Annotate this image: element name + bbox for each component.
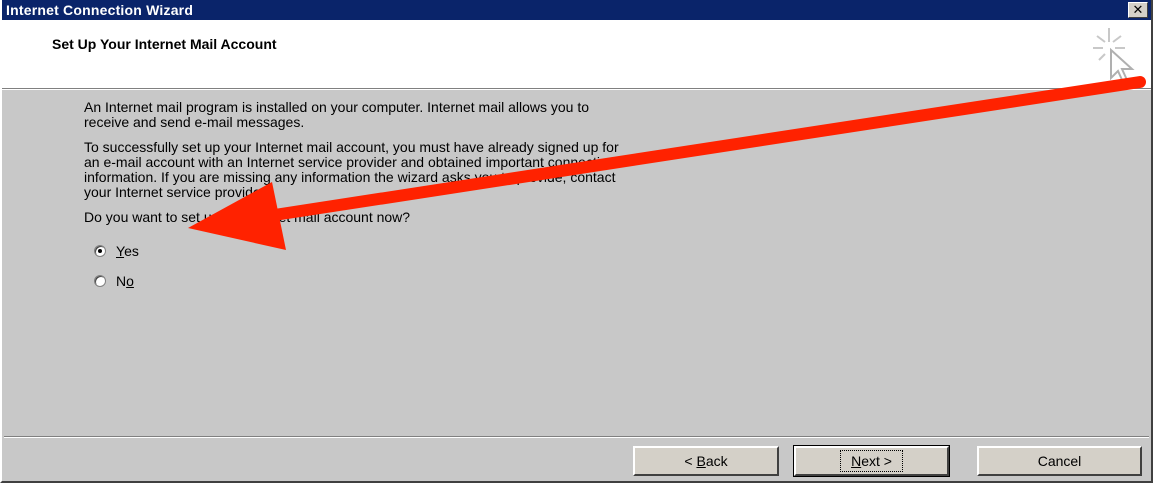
next-button[interactable]: Next > [793, 445, 950, 477]
window-title: Internet Connection Wizard [6, 2, 194, 18]
page-title: Set Up Your Internet Mail Account [52, 36, 277, 52]
cancel-button-label: Cancel [1037, 453, 1082, 469]
header-divider [2, 88, 1151, 90]
radio-yes-circle[interactable] [94, 245, 106, 257]
wizard-window: Internet Connection Wizard ✕ Set Up Your… [0, 0, 1153, 483]
close-button[interactable]: ✕ [1128, 2, 1148, 18]
radio-yes[interactable]: Yes [94, 242, 139, 260]
footer-divider [4, 436, 1149, 438]
wizard-body: An Internet mail program is installed on… [84, 100, 984, 235]
back-button[interactable]: < Back [633, 446, 779, 476]
close-icon: ✕ [1132, 2, 1144, 17]
radio-no-circle[interactable] [94, 275, 106, 287]
requirements-paragraph: To successfully set up your Internet mai… [84, 139, 619, 200]
question-text: Do you want to set up an Internet mail a… [84, 209, 411, 225]
title-bar: Internet Connection Wizard ✕ [2, 0, 1151, 20]
intro-paragraph: An Internet mail program is installed on… [84, 99, 590, 130]
back-button-label: < Back [684, 453, 728, 469]
radio-no-label: No [116, 273, 134, 289]
cancel-button[interactable]: Cancel [977, 446, 1142, 476]
wizard-header: Set Up Your Internet Mail Account [2, 20, 1151, 88]
wizard-sparkle-cursor-icon [1093, 28, 1135, 84]
next-button-label: Next > [840, 450, 903, 472]
radio-yes-label: Yes [116, 243, 139, 259]
radio-no[interactable]: No [94, 272, 134, 290]
